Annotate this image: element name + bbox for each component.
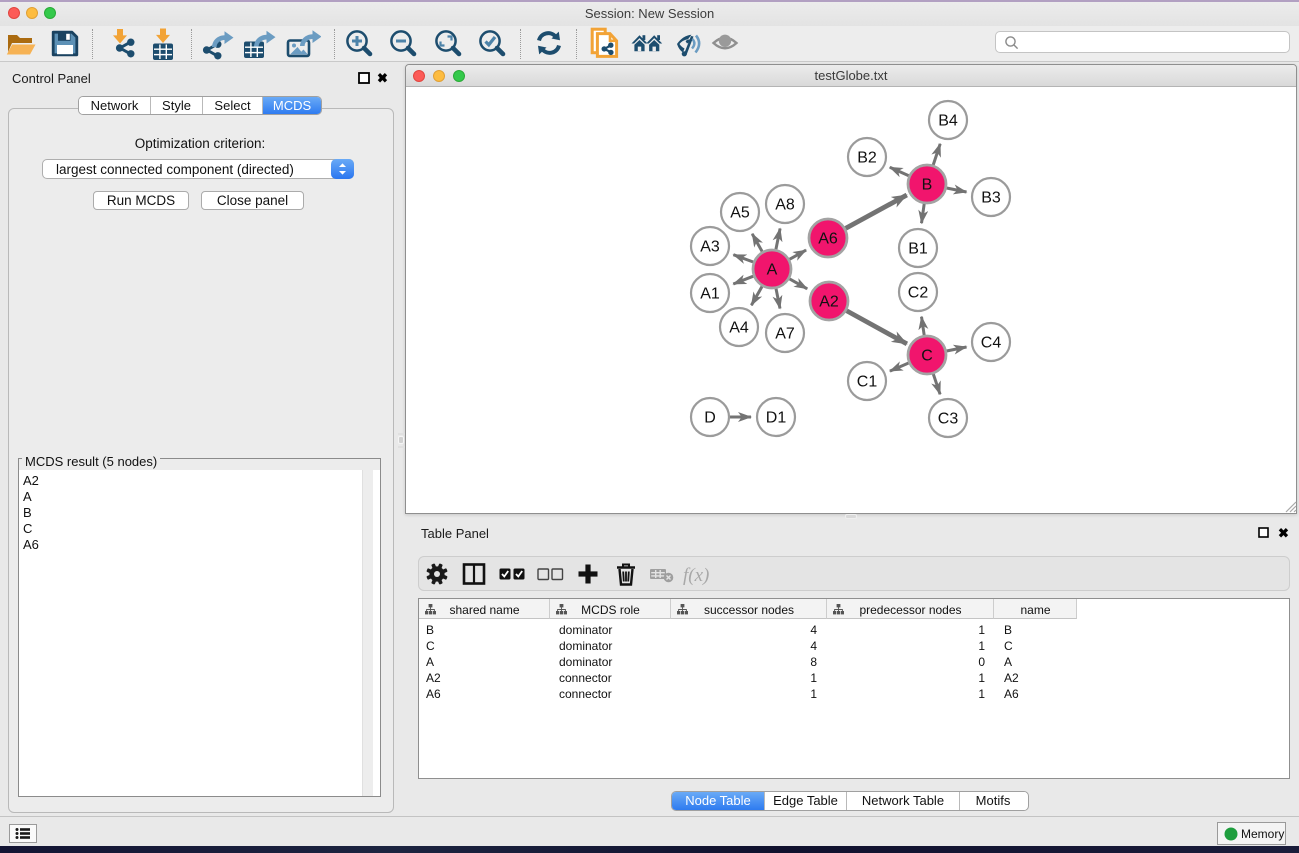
svg-text:B3: B3	[981, 190, 1001, 207]
svg-text:✖: ✖	[377, 72, 388, 84]
svg-text:A: A	[767, 262, 778, 279]
svg-text:D1: D1	[766, 410, 787, 427]
svg-text:A1: A1	[700, 286, 720, 303]
svg-text:A4: A4	[729, 320, 749, 337]
svg-text:B1: B1	[908, 241, 928, 258]
svg-text:f(x): f(x)	[683, 565, 709, 586]
svg-text:A2: A2	[819, 294, 839, 311]
svg-text:✖: ✖	[1278, 527, 1289, 539]
svg-text:C3: C3	[938, 411, 959, 428]
svg-text:A8: A8	[775, 197, 795, 214]
svg-text:A5: A5	[730, 205, 750, 222]
svg-text:C: C	[921, 348, 933, 365]
svg-text:D: D	[704, 410, 716, 427]
svg-text:B2: B2	[857, 150, 877, 167]
svg-text:B4: B4	[938, 113, 958, 130]
svg-text:C4: C4	[981, 335, 1002, 352]
svg-text:A7: A7	[775, 326, 795, 343]
svg-text:C2: C2	[908, 285, 929, 302]
svg-text:A6: A6	[818, 231, 838, 248]
svg-text:A3: A3	[700, 239, 720, 256]
svg-text:C1: C1	[857, 374, 878, 391]
svg-text:B: B	[922, 177, 933, 194]
